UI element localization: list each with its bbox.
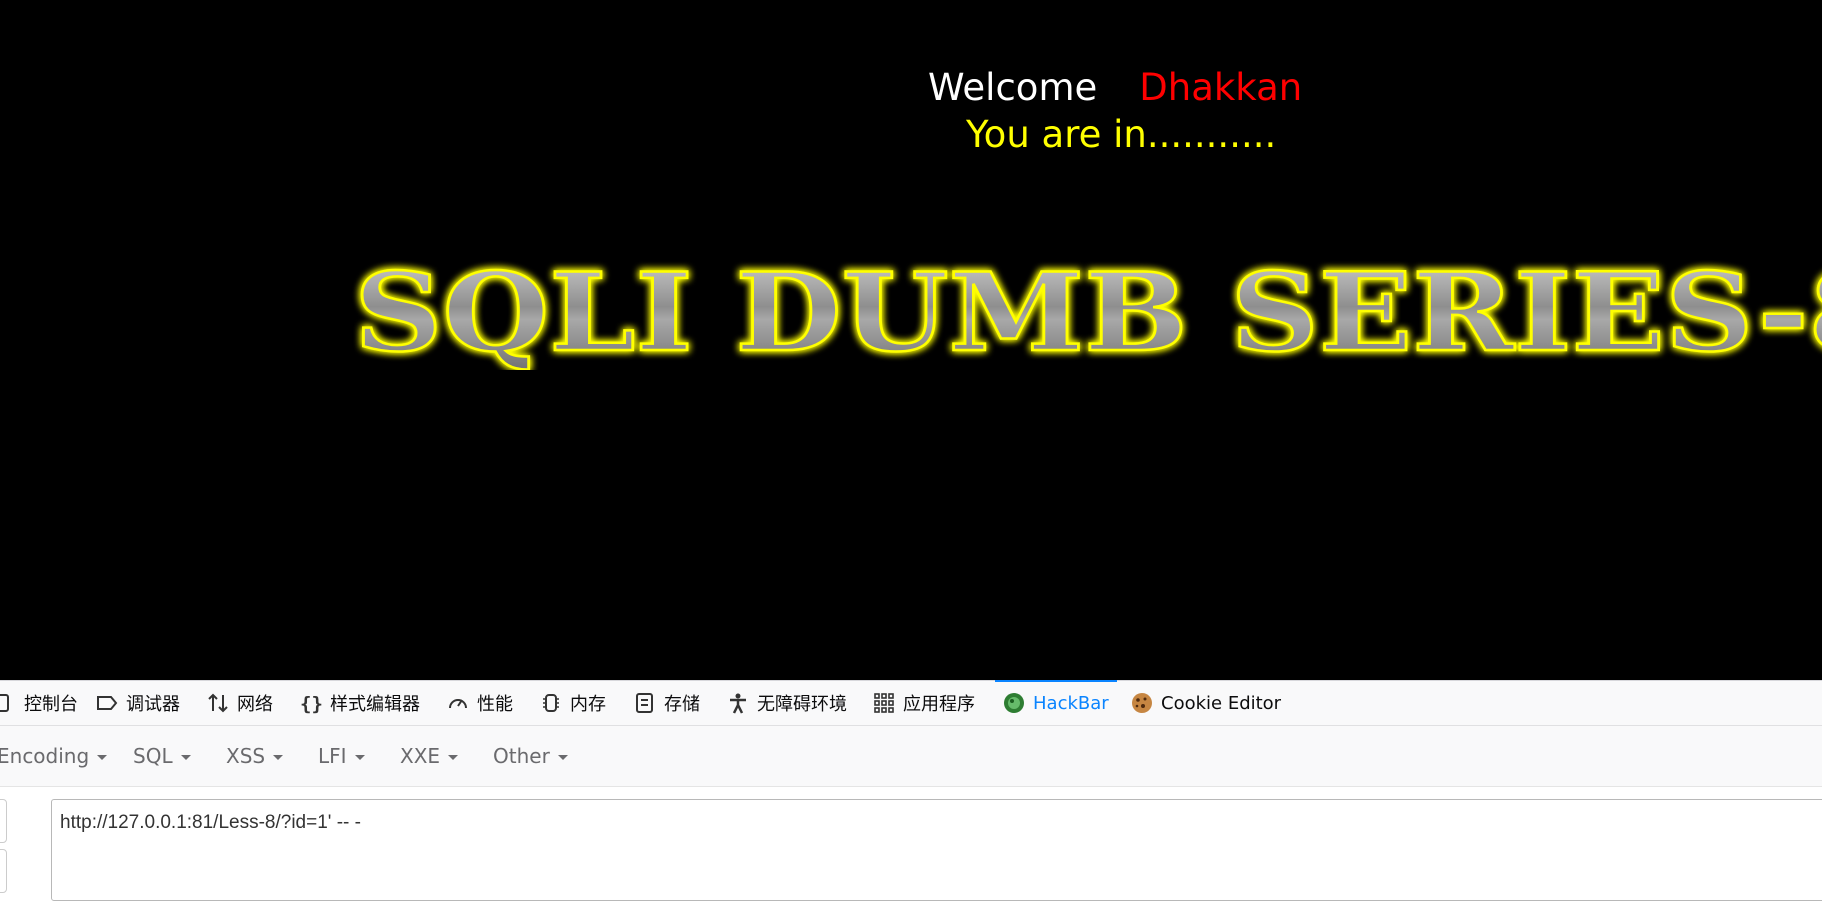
tab-label: 样式编辑器 (330, 694, 420, 715)
url-input[interactable]: http://127.0.0.1:81/Less-8/?id=1' -- - (51, 799, 1822, 901)
devtools-tabbar: 控制台 调试器 网络 {} 样式编辑器 性能 内存 存储 无障碍环境 应用程序 … (0, 680, 1822, 726)
tab-label: 内存 (570, 694, 606, 715)
caret-down-icon (180, 754, 191, 760)
debugger-icon (96, 692, 118, 714)
tab-memory[interactable]: 内存 (540, 681, 606, 725)
application-icon (873, 692, 895, 714)
welcome-line: Welcome Dhakkan (928, 66, 1302, 109)
tab-application[interactable]: 应用程序 (873, 681, 975, 725)
menu-label: XSS (226, 744, 266, 768)
menu-encoding[interactable]: Encoding (0, 726, 108, 786)
menu-label: SQL (133, 744, 173, 768)
menu-label: Other (493, 744, 550, 768)
tab-accessibility[interactable]: 无障碍环境 (727, 681, 847, 725)
tab-label: 应用程序 (903, 694, 975, 715)
hackbar-icon (1003, 692, 1025, 714)
welcome-label: Welcome (928, 66, 1098, 109)
menu-xss[interactable]: XSS (226, 726, 284, 786)
load-url-button[interactable] (0, 799, 7, 843)
menu-xxe[interactable]: XXE (400, 726, 459, 786)
tab-label: HackBar (1033, 692, 1109, 714)
tab-network[interactable]: 网络 (207, 681, 273, 725)
menu-label: Encoding (0, 744, 90, 768)
tab-cookie-editor[interactable]: Cookie Editor (1131, 681, 1281, 725)
style-editor-icon: {} (300, 692, 323, 715)
split-url-button[interactable] (0, 849, 7, 893)
hackbar-toolbar: Encoding SQL XSS LFI XXE Other (0, 726, 1822, 787)
tab-label: 无障碍环境 (757, 694, 847, 715)
menu-label: LFI (318, 744, 347, 768)
status-message: You are in........... (966, 113, 1277, 156)
caret-down-icon (354, 754, 365, 760)
tab-storage[interactable]: 存储 (634, 681, 700, 725)
tab-label: 控制台 (24, 694, 78, 715)
accessibility-icon (727, 692, 749, 714)
tab-console[interactable]: 控制台 (0, 681, 78, 725)
banner-image: SQLI DUMB SERIES-8 (350, 250, 1822, 370)
page-content: Welcome Dhakkan You are in........... SQL… (0, 0, 1822, 680)
tab-style-editor[interactable]: {} 样式编辑器 (300, 681, 420, 725)
menu-lfi[interactable]: LFI (318, 726, 365, 786)
caret-down-icon (273, 754, 284, 760)
network-icon (207, 692, 229, 714)
performance-icon (447, 692, 469, 714)
tab-label: 性能 (477, 694, 513, 715)
caret-down-icon (448, 754, 459, 760)
memory-icon (540, 692, 562, 714)
devtools-panel: 控制台 调试器 网络 {} 样式编辑器 性能 内存 存储 无障碍环境 应用程序 … (0, 680, 1822, 905)
welcome-name: Dhakkan (1139, 66, 1303, 109)
cookie-icon (1131, 692, 1153, 714)
tab-label: Cookie Editor (1161, 692, 1282, 714)
banner-title: SQLI DUMB SERIES-8 (354, 250, 1822, 370)
console-icon (0, 692, 16, 714)
tab-label: 调试器 (126, 694, 180, 715)
storage-icon (634, 692, 656, 714)
tab-performance[interactable]: 性能 (447, 681, 513, 725)
menu-sql[interactable]: SQL (133, 726, 191, 786)
caret-down-icon (557, 754, 568, 760)
svg-text:{}: {} (300, 693, 322, 714)
menu-other[interactable]: Other (493, 726, 568, 786)
menu-label: XXE (400, 744, 441, 768)
tab-label: 网络 (237, 694, 273, 715)
caret-down-icon (97, 754, 108, 760)
tab-hackbar[interactable]: HackBar (995, 680, 1117, 725)
tab-label: 存储 (664, 694, 700, 715)
tab-debugger[interactable]: 调试器 (96, 681, 180, 725)
